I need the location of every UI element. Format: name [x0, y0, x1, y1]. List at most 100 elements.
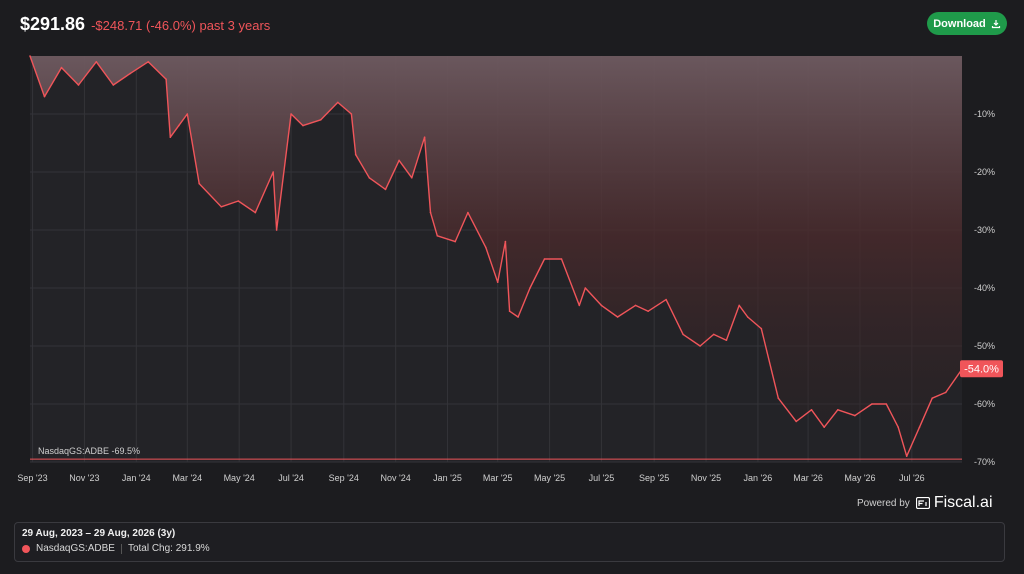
- data-point: [600, 304, 603, 307]
- data-point: [543, 258, 546, 260]
- divider: [120, 543, 122, 554]
- data-point: [578, 304, 581, 307]
- x-tick-label: May '25: [534, 473, 565, 483]
- data-point: [712, 333, 715, 336]
- y-tick-label: -20%: [974, 167, 995, 177]
- x-tick-label: Jul '25: [589, 473, 615, 483]
- data-point: [725, 339, 728, 342]
- data-point: [198, 182, 200, 185]
- data-point: [147, 61, 149, 63]
- data-point: [95, 61, 98, 63]
- data-point: [186, 113, 189, 115]
- y-tick-label: -70%: [974, 457, 995, 467]
- data-point: [517, 316, 519, 318]
- data-point: [398, 159, 400, 162]
- data-point: [616, 316, 619, 318]
- data-point: [918, 426, 921, 429]
- x-tick-label: May '24: [224, 473, 255, 483]
- data-point: [178, 124, 180, 127]
- data-point: [496, 281, 499, 284]
- fiscal-logo-icon: [915, 497, 930, 509]
- data-point: [254, 211, 257, 214]
- data-point: [384, 188, 387, 191]
- data-point: [665, 298, 667, 301]
- data-point: [905, 455, 908, 458]
- brand-logo[interactable]: Fiscal.ai: [915, 494, 993, 512]
- data-point: [634, 304, 637, 307]
- powered-by-text: Powered by: [857, 497, 910, 509]
- powered-by: Powered by Fiscal.ai: [857, 494, 993, 512]
- x-tick-label: Nov '25: [691, 473, 721, 483]
- data-point: [290, 113, 292, 115]
- data-point: [368, 177, 371, 179]
- data-point: [77, 84, 80, 86]
- data-point: [795, 420, 797, 423]
- data-point: [854, 414, 856, 417]
- data-point: [560, 258, 563, 260]
- x-tick-label: May '26: [844, 473, 875, 483]
- data-point: [454, 240, 457, 243]
- data-point: [112, 84, 115, 86]
- data-point: [897, 426, 899, 429]
- info-panel: 29 Aug, 2023 – 29 Aug, 2026 (3y) NasdaqG…: [14, 522, 1005, 562]
- last-value-label: -54.0%: [964, 364, 999, 376]
- data-point: [43, 95, 46, 98]
- y-tick-label: -40%: [974, 283, 995, 293]
- data-point: [823, 426, 825, 429]
- brand-name: Fiscal.ai: [933, 494, 993, 511]
- data-point: [60, 66, 63, 69]
- x-tick-label: Jan '24: [122, 473, 151, 483]
- data-point: [275, 229, 278, 231]
- data-point: [647, 310, 649, 313]
- x-tick-label: Mar '24: [172, 473, 202, 483]
- x-tick-label: Jul '26: [899, 473, 925, 483]
- data-point: [129, 72, 132, 75]
- data-point: [436, 235, 439, 237]
- data-point: [885, 403, 888, 405]
- data-point: [350, 113, 353, 115]
- data-point: [429, 211, 432, 214]
- data-point: [411, 177, 413, 179]
- data-point: [467, 211, 469, 214]
- x-axis: Sep '23 Nov '23 Jan '24 Mar '24 May '24 Jul '…: [17, 473, 924, 483]
- data-point: [837, 409, 839, 411]
- x-tick-label: Sep '23: [17, 473, 47, 483]
- x-tick-label: Nov '24: [381, 473, 411, 483]
- data-point: [945, 391, 947, 394]
- data-point: [220, 206, 223, 208]
- data-point: [682, 333, 684, 336]
- data-point: [272, 171, 275, 173]
- y-tick-label: -60%: [974, 399, 995, 409]
- data-point: [699, 345, 701, 347]
- y-tick-label: -10%: [974, 109, 995, 119]
- data-point: [337, 101, 339, 104]
- reference-label: NasdaqGS:ADBE -69.5%: [38, 446, 140, 456]
- x-tick-label: Sep '24: [329, 473, 359, 483]
- x-tick-label: Jan '25: [433, 473, 462, 483]
- data-point: [810, 409, 813, 411]
- y-tick-label: -30%: [974, 225, 995, 235]
- x-tick-label: Sep '25: [639, 473, 669, 483]
- data-point: [485, 246, 487, 249]
- data-point: [237, 200, 240, 202]
- data-point: [354, 153, 357, 156]
- data-point: [508, 310, 511, 313]
- data-point: [165, 78, 167, 80]
- date-range: 29 Aug, 2023 – 29 Aug, 2026 (3y): [22, 528, 176, 539]
- data-point: [777, 397, 780, 400]
- data-point: [320, 119, 322, 121]
- x-tick-label: Nov '23: [69, 473, 99, 483]
- data-point: [169, 136, 172, 138]
- data-point: [871, 403, 873, 405]
- data-point: [931, 397, 933, 400]
- legend-row: NasdaqGS:ADBE Total Chg: 291.9%: [22, 543, 997, 554]
- x-tick-label: Mar '25: [483, 473, 513, 483]
- price-chart: NasdaqGS:ADBE -69.5% -10% -20% -30% -40% -50…: [17, 55, 1003, 483]
- y-axis: -10% -20% -30% -40% -50% -60% -70%: [974, 109, 995, 467]
- x-tick-label: Jul '24: [278, 473, 304, 483]
- data-point: [302, 124, 304, 127]
- data-point: [746, 316, 749, 318]
- data-point: [529, 287, 531, 289]
- series-dot: [22, 544, 30, 553]
- data-point: [423, 136, 426, 138]
